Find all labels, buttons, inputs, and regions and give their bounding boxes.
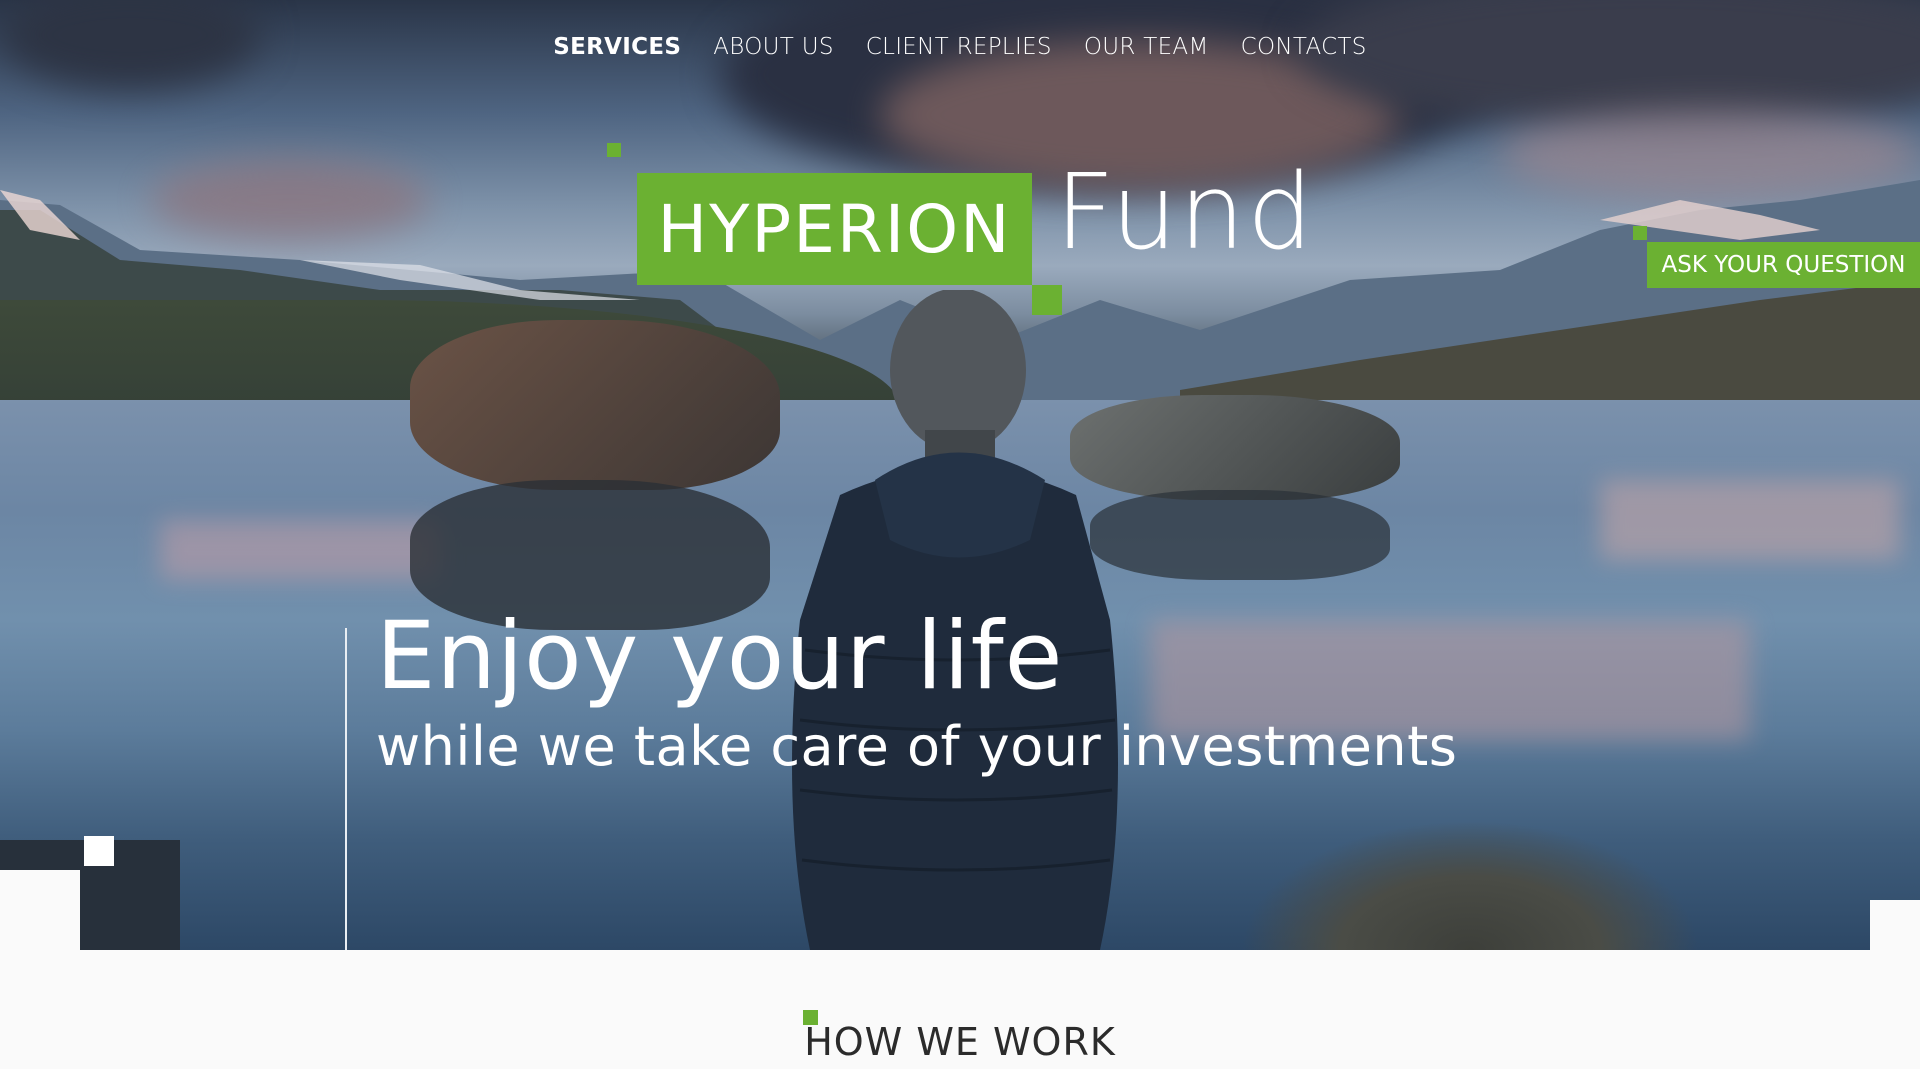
ask-accent-square (1633, 226, 1647, 240)
headline-divider (345, 628, 347, 950)
corner-cutout-right (1870, 900, 1920, 950)
hero-subline: while we take care of your investments (376, 715, 1458, 778)
nav-our-team[interactable]: OUR TEAM (1084, 34, 1209, 60)
logo-text-hyperion: HYPERION (657, 190, 1012, 268)
logo-accent-square (607, 143, 621, 157)
nav-contacts[interactable]: CONTACTS (1241, 34, 1367, 60)
nav-services[interactable]: SERVICES (553, 34, 681, 60)
nav-about-us[interactable]: ABOUT US (713, 34, 834, 60)
corner-cutout-left (0, 870, 80, 950)
pink-reflection (1600, 480, 1900, 560)
main-nav: SERVICES ABOUT US CLIENT REPLIES OUR TEA… (0, 34, 1920, 60)
grass (1240, 820, 1700, 950)
logo-box[interactable]: HYPERION (637, 173, 1032, 285)
nav-client-replies[interactable]: CLIENT REPLIES (866, 34, 1052, 60)
logo-text-fund: Fund (1055, 151, 1315, 273)
section-title: HOW WE WORK (804, 1020, 1116, 1064)
ask-question-button[interactable]: ASK YOUR QUESTION (1647, 242, 1920, 288)
logo-accent-square (1032, 285, 1062, 315)
hero-headline: Enjoy your life (376, 602, 1064, 711)
hero-banner (0, 0, 1920, 950)
pink-reflection (160, 520, 440, 580)
corner-square-small (84, 836, 114, 866)
